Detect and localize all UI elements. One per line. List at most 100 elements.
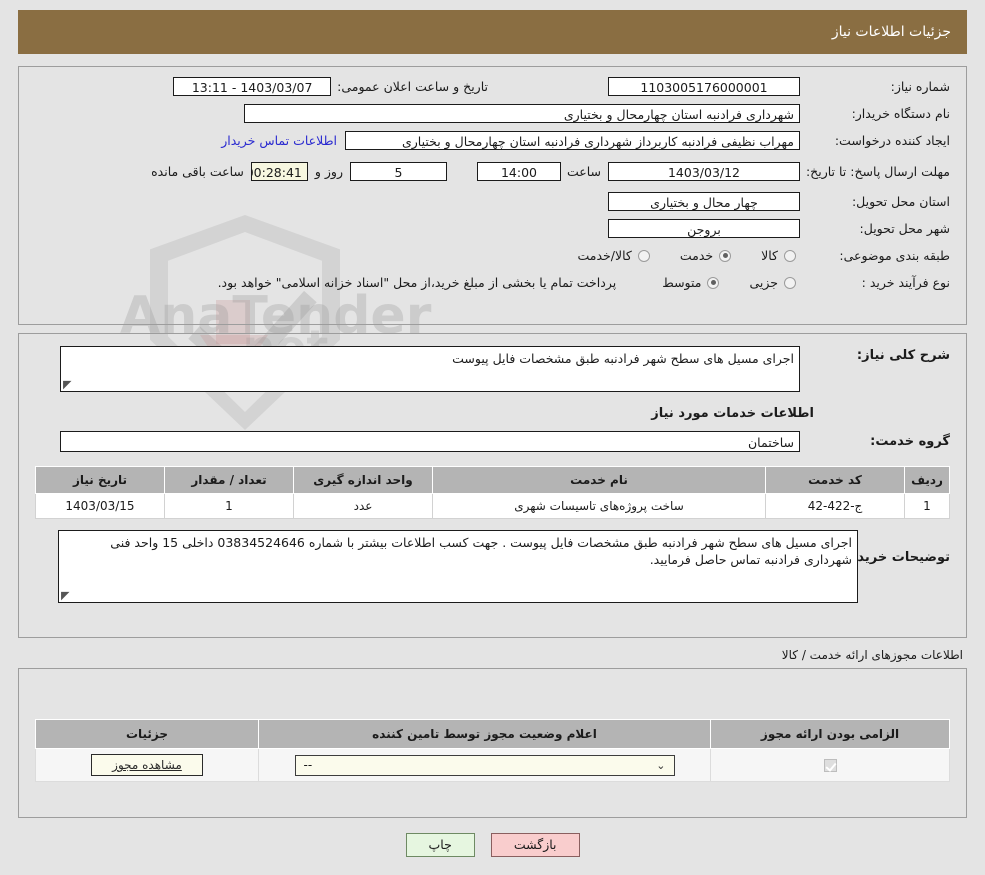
services-table-header-row: ردیف کد خدمت نام خدمت واحد اندازه گیری ت… [35,466,950,494]
province-label: استان محل تحویل: [851,194,950,209]
need-details-panel: شرح کلی نیاز: اجرای مسیل های سطح شهر فرا… [18,333,967,638]
buyer-org-label: نام دستگاه خریدار: [851,106,950,121]
buyer-org-value: شهرداری فرادنبه استان چهارمحال و بختیاری [244,104,800,123]
city-value: بروجن [608,219,800,238]
view-permit-button[interactable]: مشاهده مجوز [91,754,203,776]
creator-label: ایجاد کننده درخواست: [834,133,950,148]
radio-category-kala[interactable]: کالا [761,248,800,263]
cell-date: 1403/03/15 [35,493,165,519]
back-button[interactable]: بازگشت [490,833,580,857]
row-need-description: شرح کلی نیاز: اجرای مسیل های سطح شهر فرا… [19,334,966,392]
services-table-wrapper: ردیف کد خدمت نام خدمت واحد اندازه گیری ت… [19,452,966,519]
permits-panel: الزامی بودن ارائه مجوز اعلام وضعیت مجوز … [18,668,967,818]
permits-table-header-row: الزامی بودن ارائه مجوز اعلام وضعیت مجوز … [35,719,950,749]
hour-label: ساعت [566,163,601,179]
cell-permit-status: -- ⌄ [258,748,711,782]
permit-status-select[interactable]: -- ⌄ [294,754,675,776]
col-permit-required: الزامی بودن ارائه مجوز [710,719,950,749]
footer-actions: بازگشت چاپ [0,833,985,857]
need-desc-value: اجرای مسیل های سطح شهر فرادنبه طبق مشخصا… [452,351,794,366]
row-purchase-process: نوع فرآیند خرید : جزیی متوسط پرداخت تمام… [19,269,966,296]
services-table: ردیف کد خدمت نام خدمت واحد اندازه گیری ت… [35,466,950,519]
row-request-creator: ایجاد کننده درخواست: مهراب نظیفی فرادنبه… [19,127,966,154]
cell-quantity: 1 [164,493,294,519]
cell-permit-details: مشاهده مجوز [35,748,259,782]
buyer-contact-link[interactable]: اطلاعات تماس خریدار [221,133,337,148]
need-desc-label: شرح کلی نیاز: [856,348,950,363]
col-quantity: تعداد / مقدار [164,466,294,494]
col-radif: ردیف [904,466,950,494]
deadline-time-value: 14:00 [476,161,561,181]
row-buyer-org: نام دستگاه خریدار: شهرداری فرادنبه استان… [19,100,966,127]
deadline-label: مهلت ارسال پاسخ: تا تاریخ: [805,163,950,179]
page-title: جزئیات اطلاعات نیاز [831,24,951,40]
row-delivery-city: شهر محل تحویل: بروجن [19,215,966,242]
category-label: طبقه بندی موضوعی: [839,248,950,263]
remaining-time-value: 00:28:41 [250,161,308,181]
radio-label-kala: کالا [761,248,778,263]
deadline-date-value: 1403/03/12 [608,161,800,181]
need-number-label: شماره نیاز: [890,79,950,94]
row-buyer-notes: توضیحات خریدار: اجرای مسیل های سطح شهر ف… [19,519,966,603]
page-title-bar: جزئیات اطلاعات نیاز [18,10,967,54]
permits-table-row: -- ⌄ مشاهده مجوز [35,748,950,782]
col-code: کد خدمت [765,466,905,494]
need-desc-textarea[interactable]: اجرای مسیل های سطح شهر فرادنبه طبق مشخصا… [60,346,800,392]
row-service-group: گروه خدمت: ساختمان [19,421,966,452]
buyer-notes-value: اجرای مسیل های سطح شهر فرادنبه طبق مشخصا… [110,535,852,567]
radio-label-khedmat: خدمت [679,248,714,263]
row-need-number: شماره نیاز: 1103005176000001 تاریخ و ساع… [19,73,966,100]
permits-table: الزامی بودن ارائه مجوز اعلام وضعیت مجوز … [35,719,950,782]
process-note: پرداخت تمام یا بخشی از مبلغ خرید،از محل … [217,275,617,290]
cell-unit: عدد [293,493,433,519]
cell-radif: 1 [904,493,950,519]
radio-icon-kala[interactable] [784,249,796,262]
col-unit: واحد اندازه گیری [293,466,433,494]
service-group-value: ساختمان [60,431,800,452]
radio-process-jozii[interactable]: جزیی [749,275,800,290]
radio-icon-khedmat[interactable] [719,249,732,262]
radio-label-jozii: جزیی [749,275,778,290]
col-name: نام خدمت [432,466,766,494]
services-section-heading: اطلاعات خدمات مورد نیاز [651,406,814,421]
radio-category-khedmat[interactable]: خدمت [680,248,735,263]
radio-category-kala-khedmat[interactable]: کالا/خدمت [577,248,653,263]
province-value: چهار محال و بختیاری [608,192,800,211]
table-row: 1 ج-422-42 ساخت پروژه‌های تاسیسات شهری ع… [35,493,950,519]
col-permit-status: اعلام وضعیت مجوز توسط تامین کننده [258,719,711,749]
print-button[interactable]: چاپ [405,833,475,857]
row-delivery-province: استان محل تحویل: چهار محال و بختیاری [19,188,966,215]
chevron-down-icon: ⌄ [656,758,666,772]
radio-icon-kala-khedmat[interactable] [637,249,650,262]
radio-label-motevaset: متوسط [662,275,702,290]
cell-code: ج-422-42 [765,493,905,519]
announce-label: تاریخ و ساعت اعلان عمومی: [337,79,488,94]
buyer-notes-label: توضیحات خریدار: [840,550,950,565]
radio-process-motevaset[interactable]: متوسط [662,275,723,290]
resize-handle-icon-notes[interactable]: ◥ [61,589,71,602]
service-group-label: گروه خدمت: [870,434,950,449]
radio-label-kala-khedmat: کالا/خدمت [577,248,632,263]
row-response-deadline: مهلت ارسال پاسخ: تا تاریخ: 1403/03/12 سا… [19,154,966,188]
city-label: شهر محل تحویل: [859,221,950,236]
announce-datetime-value: 1403/03/07 - 13:11 [173,77,332,96]
radio-icon-motevaset[interactable] [707,276,720,289]
need-summary-panel: شماره نیاز: 1103005176000001 تاریخ و ساع… [18,66,967,325]
remaining-hours-label: ساعت باقی مانده [151,163,244,179]
resize-handle-icon[interactable]: ◥ [63,378,73,391]
buyer-notes-textarea[interactable]: اجرای مسیل های سطح شهر فرادنبه طبق مشخصا… [58,530,858,603]
process-label: نوع فرآیند خرید : [861,275,950,290]
permit-status-value: -- [303,758,313,772]
days-label: روز و [314,163,343,179]
permit-required-checkbox[interactable] [823,759,837,772]
need-number-value: 1103005176000001 [608,77,800,96]
row-subject-category: طبقه بندی موضوعی: کالا خدمت کالا/خدمت [19,242,966,269]
remaining-days-value: 5 [349,161,447,181]
col-permit-details: جزئیات [35,719,259,749]
creator-value: مهراب نظیفی فرادنبه کاربرداز شهرداری فرا… [345,131,800,150]
col-date: تاریخ نیاز [35,466,165,494]
cell-permit-required [710,748,950,782]
radio-icon-jozii[interactable] [784,276,796,289]
permits-table-wrapper: الزامی بودن ارائه مجوز اعلام وضعیت مجوز … [19,669,966,782]
cell-name: ساخت پروژه‌های تاسیسات شهری [432,493,766,519]
